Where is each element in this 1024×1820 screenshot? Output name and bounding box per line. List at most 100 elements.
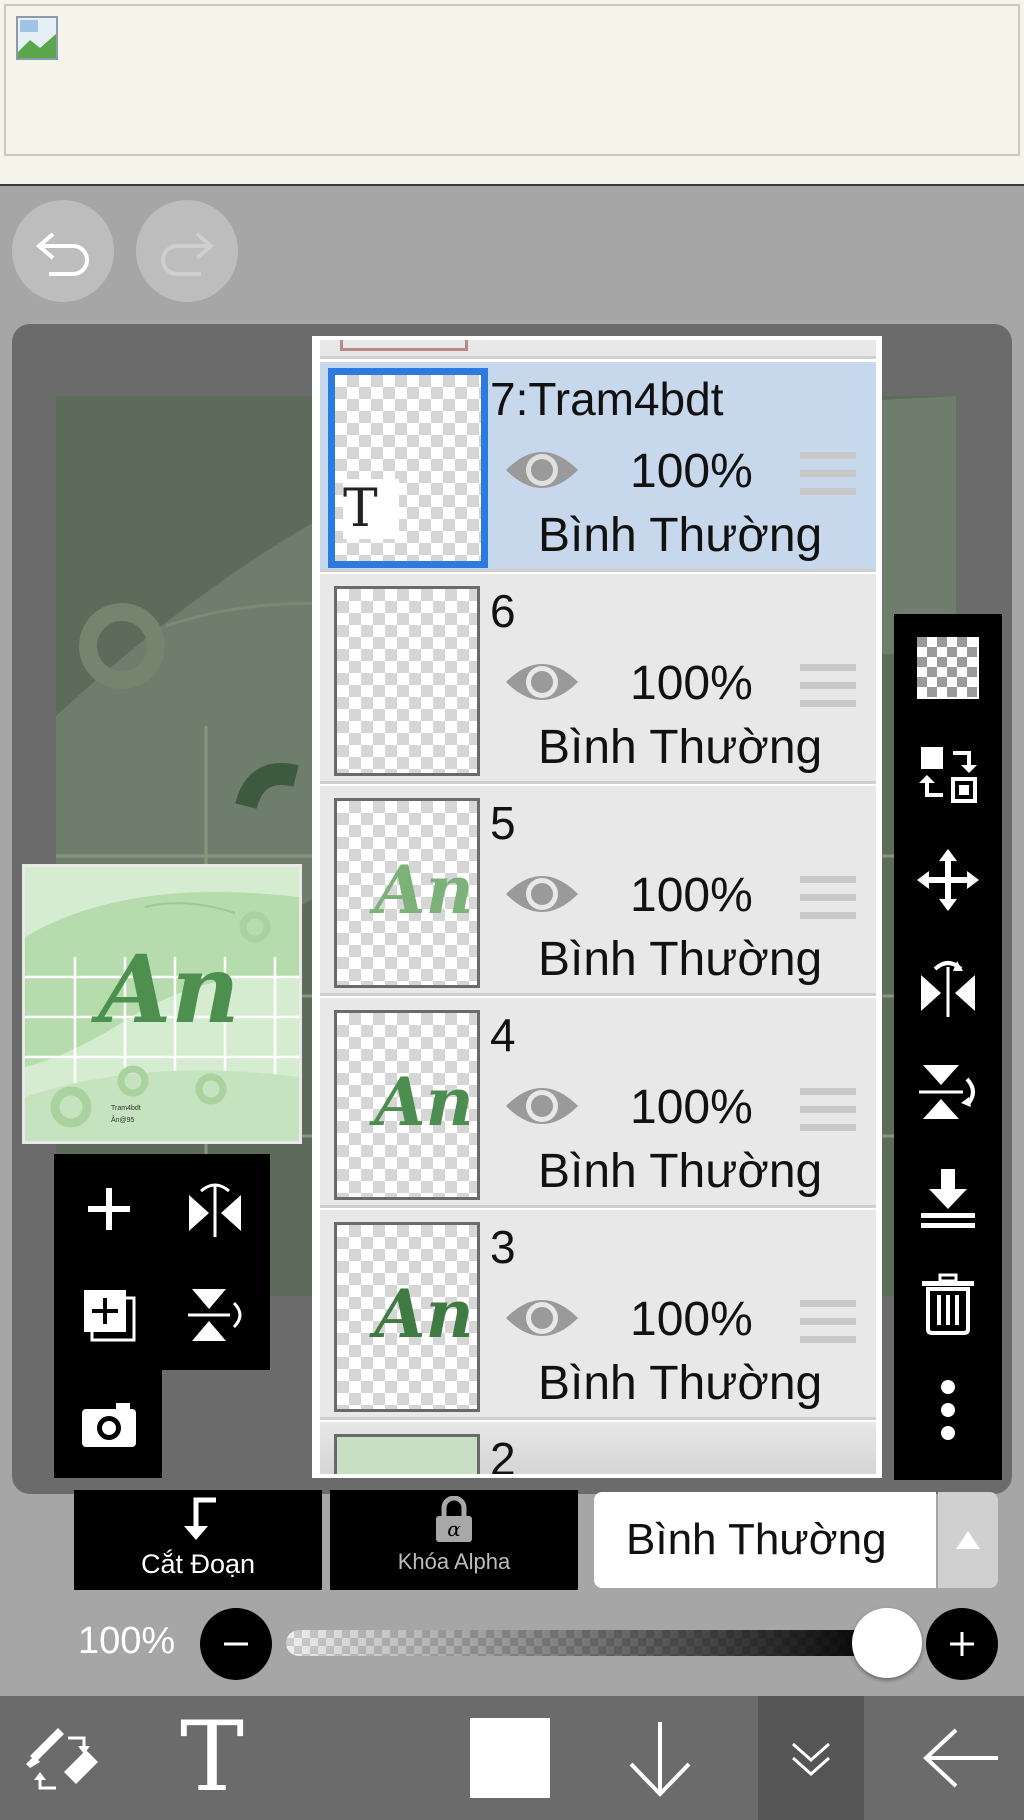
transparent-fill-button[interactable]: [912, 632, 984, 704]
undo-button[interactable]: [12, 200, 114, 302]
eye-icon[interactable]: [504, 654, 580, 710]
flip-horizontal-button[interactable]: [912, 950, 984, 1022]
opacity-increase-button[interactable]: [926, 1608, 998, 1680]
layer-blend-mode[interactable]: Bình Thường: [538, 1144, 822, 1199]
layer-name: 6: [490, 585, 516, 637]
opacity-decrease-button[interactable]: [200, 1608, 272, 1680]
scroll-down-button[interactable]: [600, 1696, 720, 1820]
layer-actions-toolbar: [894, 614, 1002, 1480]
layer-thumbnail: An: [334, 798, 480, 988]
layer-blend-mode[interactable]: Bình Thường: [538, 1356, 822, 1411]
checker-icon: [917, 637, 979, 699]
layer-thumbnail: T: [328, 368, 488, 568]
clipping-label: Cắt Đoạn: [140, 1549, 256, 1579]
camera-button[interactable]: [64, 1380, 154, 1470]
drag-handle-icon[interactable]: [800, 664, 856, 710]
down-arrow-icon: [629, 1722, 691, 1797]
canvas-preview[interactable]: An Tram4bdt Ân@95: [22, 864, 302, 1144]
text-tool-button[interactable]: T: [150, 1696, 274, 1820]
layer-opacity: 100%: [630, 1081, 753, 1134]
layer-thumb-art: An: [374, 1063, 474, 1141]
layer-row-6[interactable]: 6 100% Bình Thường: [320, 574, 876, 784]
redo-icon: [161, 232, 215, 276]
transfer-icon: [919, 747, 977, 803]
flip-vertical-icon: [188, 1289, 242, 1341]
merge-down-button[interactable]: [912, 1162, 984, 1234]
more-icon: [941, 1380, 955, 1440]
flip-horizontal-icon: [921, 961, 975, 1017]
opacity-value-label: 100%: [78, 1620, 176, 1662]
collapse-icon: [792, 1742, 830, 1777]
drag-handle-icon[interactable]: [800, 1300, 856, 1346]
move-button[interactable]: [912, 844, 984, 916]
delete-layer-button[interactable]: [912, 1268, 984, 1340]
flip-layer-horizontal-button[interactable]: [170, 1164, 260, 1254]
chevron-up-icon: [956, 1531, 980, 1549]
layer-opacity: 100%: [630, 1293, 753, 1346]
clipping-arrow-icon: [184, 1497, 216, 1540]
eye-icon[interactable]: [504, 1290, 580, 1346]
broken-image-icon: [16, 16, 58, 60]
minus-icon: [224, 1642, 248, 1646]
drag-handle-icon[interactable]: [800, 876, 856, 922]
layer-thumbnail: [334, 1434, 480, 1474]
layer-opacity: 100%: [630, 445, 753, 498]
layer-row-7[interactable]: T 7:Tram4bdt 100% Bình Thường: [320, 362, 876, 572]
clipping-button[interactable]: Cắt Đoạn: [74, 1490, 322, 1590]
merge-down-icon: [921, 1169, 975, 1228]
layer-list-panel[interactable]: T 7:Tram4bdt 100% Bình Thường 6 100% Bìn…: [312, 336, 882, 1478]
layer-thumbnail: [340, 340, 468, 351]
flip-horizontal-icon: [189, 1183, 241, 1237]
trash-icon: [922, 1273, 974, 1335]
add-copy-layer-button[interactable]: [64, 1270, 154, 1360]
layer-blend-mode[interactable]: Bình Thường: [538, 508, 822, 563]
opacity-slider-track[interactable]: [286, 1630, 886, 1656]
layer-blend-mode[interactable]: Bình Thường: [538, 932, 822, 987]
back-button[interactable]: [900, 1696, 1024, 1820]
more-options-button[interactable]: [912, 1374, 984, 1446]
transfer-button[interactable]: [912, 738, 984, 810]
color-swatch-button[interactable]: [450, 1696, 570, 1820]
redo-button[interactable]: [136, 200, 238, 302]
drag-handle-icon[interactable]: [800, 452, 856, 498]
layer-row-3[interactable]: An 3 100% Bình Thường: [320, 1210, 876, 1420]
eye-icon[interactable]: [504, 866, 580, 922]
eye-icon[interactable]: [504, 442, 580, 498]
layer-thumbnail: An: [334, 1222, 480, 1412]
text-tool-icon: T: [180, 1718, 244, 1798]
undo-icon: [35, 232, 89, 276]
blend-mode-select[interactable]: Bình Thường: [594, 1492, 936, 1588]
layer-name: 5: [490, 797, 516, 849]
back-arrow-icon: [923, 1728, 998, 1788]
layer-blend-mode[interactable]: Bình Thường: [538, 720, 822, 775]
layer-thumb-art: An: [374, 851, 474, 929]
plus-icon: [950, 1632, 974, 1656]
layer-name: 7:Tram4bdt: [490, 373, 724, 425]
bottom-toolbar: T: [0, 1696, 1024, 1820]
layer-name: 2: [490, 1433, 516, 1478]
layer-name: 3: [490, 1221, 516, 1273]
alpha-lock-button[interactable]: α Khóa Alpha: [330, 1490, 578, 1590]
layer-thumbnail: [334, 586, 480, 776]
move-icon: [917, 849, 979, 911]
layer-panel-collapse-button[interactable]: [758, 1696, 864, 1820]
add-layer-button[interactable]: [64, 1164, 154, 1254]
opacity-slider-knob[interactable]: [852, 1608, 922, 1678]
layer-row-2[interactable]: 2: [320, 1422, 876, 1478]
brush-eraser-toggle-button[interactable]: [0, 1696, 124, 1820]
ad-banner[interactable]: [0, 0, 1024, 186]
blend-mode-dropdown-button[interactable]: [938, 1492, 998, 1588]
eye-icon[interactable]: [504, 1078, 580, 1134]
text-layer-icon: T: [343, 479, 399, 539]
layer-row-4[interactable]: An 4 100% Bình Thường: [320, 998, 876, 1208]
layer-opacity: 100%: [630, 869, 753, 922]
preview-caption-1: Tram4bdt: [111, 1105, 141, 1112]
drag-handle-icon[interactable]: [800, 1088, 856, 1134]
layer-row-5[interactable]: An 5 100% Bình Thường: [320, 786, 876, 996]
ad-frame: [4, 4, 1020, 156]
duplicate-layer-icon: [84, 1290, 136, 1342]
flip-vertical-button[interactable]: [912, 1056, 984, 1128]
flip-layer-vertical-button[interactable]: [170, 1270, 260, 1360]
svg-text:α: α: [447, 1517, 461, 1541]
layer-row-partial-top[interactable]: [320, 340, 876, 359]
